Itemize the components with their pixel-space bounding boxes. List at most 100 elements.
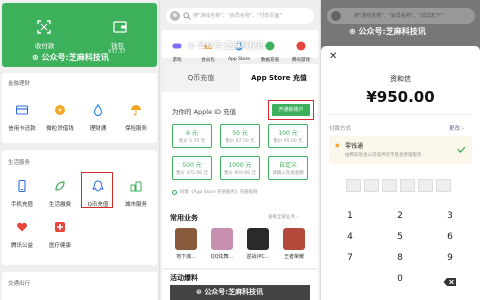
game-label: 逆战(PC... <box>246 254 270 260</box>
option-amount: 50 元 <box>232 130 248 137</box>
backspace-icon[interactable] <box>443 277 457 287</box>
key-6[interactable]: 6 <box>425 232 475 242</box>
finance-card: 金融理财 信用卡还款 ¥ 微粒贷借钱 理财通 保险服务 <box>2 73 157 143</box>
payment-amount: ¥950.00 <box>366 88 435 106</box>
option-amount: 100 元 <box>278 130 298 137</box>
key-0[interactable]: 0 <box>375 274 425 284</box>
umbrella-icon <box>131 105 141 116</box>
game-thumbnail <box>247 228 269 250</box>
password-box <box>400 179 415 192</box>
change-method-link[interactable]: 更改 › <box>449 124 464 132</box>
weilidai-label: 微粒贷借钱 <box>46 126 74 132</box>
licaitong-label: 理财通 <box>89 126 107 132</box>
pay-method-option[interactable]: ◆ 零钱通 由腾安基金公司提供货币基金管理服务 <box>329 136 472 164</box>
close-icon[interactable]: ✕ <box>329 51 337 62</box>
option-amount: 自定义 <box>278 162 297 169</box>
phone-recharge[interactable]: 手机充值 <box>6 177 38 208</box>
credit-card-repay[interactable]: 信用卡还款 <box>6 101 38 132</box>
merchant-title: 资和信 <box>390 75 411 83</box>
key-1[interactable]: 1 <box>325 211 375 221</box>
travel-card: 交通出行 <box>2 272 157 300</box>
password-box <box>346 179 361 192</box>
medical-health[interactable]: 医疗健康 <box>44 218 76 249</box>
option-50[interactable]: 50 元售价 47.50 元 <box>220 124 260 148</box>
key-4[interactable]: 4 <box>325 232 375 242</box>
highlight-box <box>81 172 113 208</box>
tab-q-coin[interactable]: Q币充值 <box>162 64 240 92</box>
game-dnf[interactable]: 地下城... <box>170 228 202 260</box>
agreement-checkbox[interactable] <box>172 190 177 195</box>
city-icon <box>130 181 142 192</box>
game-thumbnail <box>211 228 233 250</box>
wallet-header: 收付款 钱包 ¥37.37 ⊛ 公众号:芝麻科技讯 <box>2 3 157 67</box>
city-services[interactable]: 城市服务 <box>120 177 152 208</box>
password-box <box>382 179 397 192</box>
category-membership-label: 会员包 <box>201 58 215 63</box>
option-price: 请输入充值金额 <box>272 171 304 176</box>
option-amount: 6 元 <box>186 130 198 137</box>
game-nizhan[interactable]: 逆战(PC... <box>242 228 274 260</box>
option-6[interactable]: 6 元售价 5.70 元 <box>172 124 212 148</box>
option-amount: 1000 元 <box>228 162 252 169</box>
utility-payment-label: 生活缴费 <box>48 202 71 208</box>
drop-icon <box>93 103 103 117</box>
common-services-title: 常用业务 <box>170 214 198 222</box>
key-9[interactable]: 9 <box>425 253 475 263</box>
key-5[interactable]: 5 <box>375 232 425 242</box>
credit-card-icon <box>15 105 29 115</box>
highlight-box <box>268 100 314 120</box>
watermark: ⊛ 公众号:芝麻科技讯 <box>196 288 264 296</box>
game-qq-dance[interactable]: QQ炫舞... <box>206 228 238 260</box>
key-2[interactable]: 2 <box>375 211 425 221</box>
key-3[interactable]: 3 <box>425 211 475 221</box>
tencent-charity[interactable]: 腾讯公益 <box>6 218 38 249</box>
checkmark-icon <box>457 146 466 153</box>
watermark-logo-icon: ⊛ <box>188 41 195 50</box>
watermark: ⊛ 公众号:芝麻科技讯 <box>32 53 109 62</box>
wallet-services-panel: 收付款 钱包 ¥37.37 ⊛ 公众号:芝麻科技讯 金融理财 信用卡还款 ¥ 微… <box>0 0 159 300</box>
heart-icon <box>17 222 27 232</box>
view-all-link[interactable]: 查看全部业务 › <box>268 214 298 220</box>
credit-card-label: 信用卡还款 <box>8 126 36 132</box>
medical-label: 医疗健康 <box>48 243 71 249</box>
game-label: QQ炫舞... <box>210 254 234 260</box>
avatar-icon <box>170 11 180 21</box>
life-services-card: 生活服务 手机充值 生活缴费 Q币充值 城市服务 腾讯公益 医疗健康 <box>2 150 157 265</box>
game-honor-of-kings[interactable]: 王者荣耀 <box>278 228 310 260</box>
watermark: ⊛ 公众号:芝麻科技讯 <box>188 41 265 50</box>
svg-text:¥: ¥ <box>58 108 62 115</box>
payment-sheet: ✕ 资和信 ¥950.00 付款方式 更改 › ◆ 零钱通 由腾安基金公司提供货… <box>321 46 480 300</box>
key-8[interactable]: 8 <box>375 253 425 263</box>
search-icon <box>183 12 191 20</box>
pay-method-label: 付款方式 <box>329 126 352 132</box>
insurance-service[interactable]: 保险服务 <box>120 101 152 132</box>
finance-title: 金融理财 <box>8 81 31 87</box>
weilidai-loan[interactable]: ¥ 微粒贷借钱 <box>44 101 76 132</box>
option-100[interactable]: 100 元售价 95.00 元 <box>268 124 308 148</box>
watermark-logo-icon: ⊛ <box>32 53 39 62</box>
utility-payment[interactable]: 生活缴费 <box>44 177 76 208</box>
option-custom[interactable]: 自定义请输入充值金额 <box>268 156 308 180</box>
search-bar[interactable]: 搜"游戏名称"、"会员名称"、"付款页面" <box>166 8 314 24</box>
licaitong[interactable]: 理财通 <box>82 101 114 132</box>
tab-app-store[interactable]: App Store 充值 <box>240 64 318 92</box>
category-tencent-games-label: 腾讯游戏 <box>292 58 310 63</box>
category-tencent-games[interactable]: 腾讯游戏 <box>286 36 316 63</box>
option-1000[interactable]: 1000 元售价 950.00 元 <box>220 156 260 180</box>
leaf-icon <box>55 181 65 191</box>
game-label: 地下城... <box>176 254 196 260</box>
receive-pay-label: 收付款 <box>35 42 55 50</box>
search-bar: 搜"游戏名称"、"会员名称"、"试试天下" <box>327 8 475 24</box>
game-thumbnail <box>283 228 305 250</box>
method-icon: ◆ <box>335 142 340 149</box>
key-7[interactable]: 7 <box>325 253 375 263</box>
watermark: ⊛ 公众号:芝麻科技讯 <box>349 27 426 36</box>
agreement-text[interactable]: 同意《App Store 充值服务》充值规则 <box>180 189 258 195</box>
password-box <box>436 179 451 192</box>
option-500[interactable]: 500 元售价 475.00 元 <box>172 156 212 180</box>
wallet-amount: ¥37.37 <box>108 49 126 55</box>
game-thumbnail <box>175 228 197 250</box>
option-price: 售价 5.70 元 <box>178 139 206 144</box>
option-price: 售价 950.00 元 <box>223 171 257 176</box>
avatar-icon <box>331 11 341 21</box>
